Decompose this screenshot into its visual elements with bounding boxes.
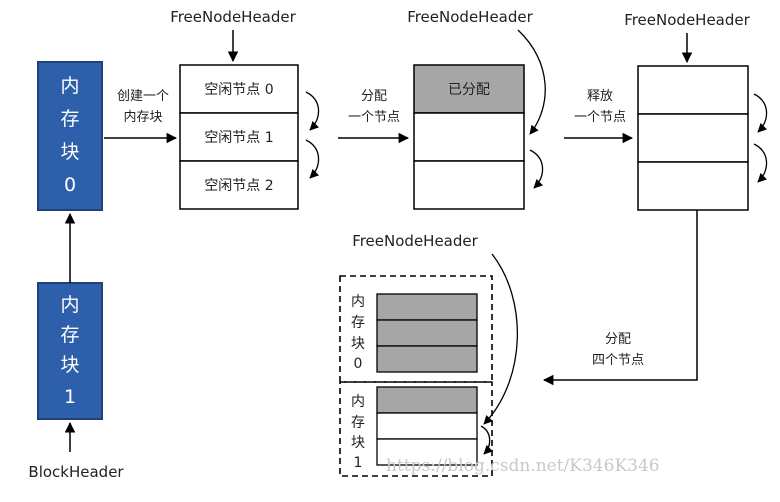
memory-block-0-char: 存 [60,108,79,130]
header-pointer-arrow [483,253,519,425]
alloc-four-step-label: 四个节点 [592,353,644,368]
dashed-block-1-char: 块 [351,435,365,451]
memory-block-0-char: 块 [60,141,79,163]
free-node-header-label: FreeNodeHeader [407,8,533,26]
alloc-four-step-label: 分配 [605,332,631,347]
memory-block-1: 内 存 块 1 [37,282,103,420]
free-node-1: 空闲节点 1 [204,130,273,146]
final-memory-block-0: 内 存 块 0 [339,275,493,383]
memory-block-1-char: 存 [60,324,79,346]
free-node-list-after-alloc: 已分配 [413,64,525,210]
watermark: https://blog.csdn.net/K346K346 [386,456,660,476]
memory-pool-diagram: 内 存 块 0 内 存 块 1 BlockHeader 创建一个 内存块 Fre… [28,8,768,481]
memory-block-0-char: 0 [64,174,76,196]
free-node-list-initial: 空闲节点 0 空闲节点 1 空闲节点 2 [179,64,299,210]
create-step-label: 创建一个 [117,89,169,104]
free-node-list-after-release [637,65,749,211]
next-link-arrow [529,149,544,189]
free-node-header-label: FreeNodeHeader [624,11,750,29]
memory-block-1-char: 1 [64,386,76,408]
next-link-arrow [753,93,768,133]
dashed-block-1-char: 1 [354,455,363,471]
next-link-arrow [753,143,768,183]
memory-block-0: 内 存 块 0 [37,61,103,211]
release-step-label: 释放 [587,89,613,104]
memory-block-0-char: 内 [60,75,79,97]
memory-block-1-char: 内 [60,294,79,316]
memory-block-1-char: 块 [60,354,79,376]
free-node-header-label: FreeNodeHeader [170,8,296,26]
create-step-label: 内存块 [123,109,162,125]
dashed-block-0-char: 存 [351,315,365,331]
alloc-one-step-label: 分配 [361,89,387,104]
next-link-arrow [305,91,320,131]
next-link-arrow [305,139,320,179]
release-step-label: 一个节点 [574,110,626,125]
dashed-block-0-char: 0 [354,356,363,372]
dashed-block-1-char: 内 [351,394,365,410]
free-node-header-label: FreeNodeHeader [352,232,478,250]
dashed-block-0-char: 块 [351,336,365,352]
dashed-block-1-char: 存 [351,415,365,431]
allocated-label: 已分配 [448,82,490,98]
free-node-2: 空闲节点 2 [204,178,273,194]
free-node-0: 空闲节点 0 [204,82,273,98]
alloc-one-step-label: 一个节点 [348,110,400,125]
dashed-block-0-char: 内 [351,294,365,310]
next-link-arrow [480,425,494,455]
block-header-label: BlockHeader [28,463,124,481]
